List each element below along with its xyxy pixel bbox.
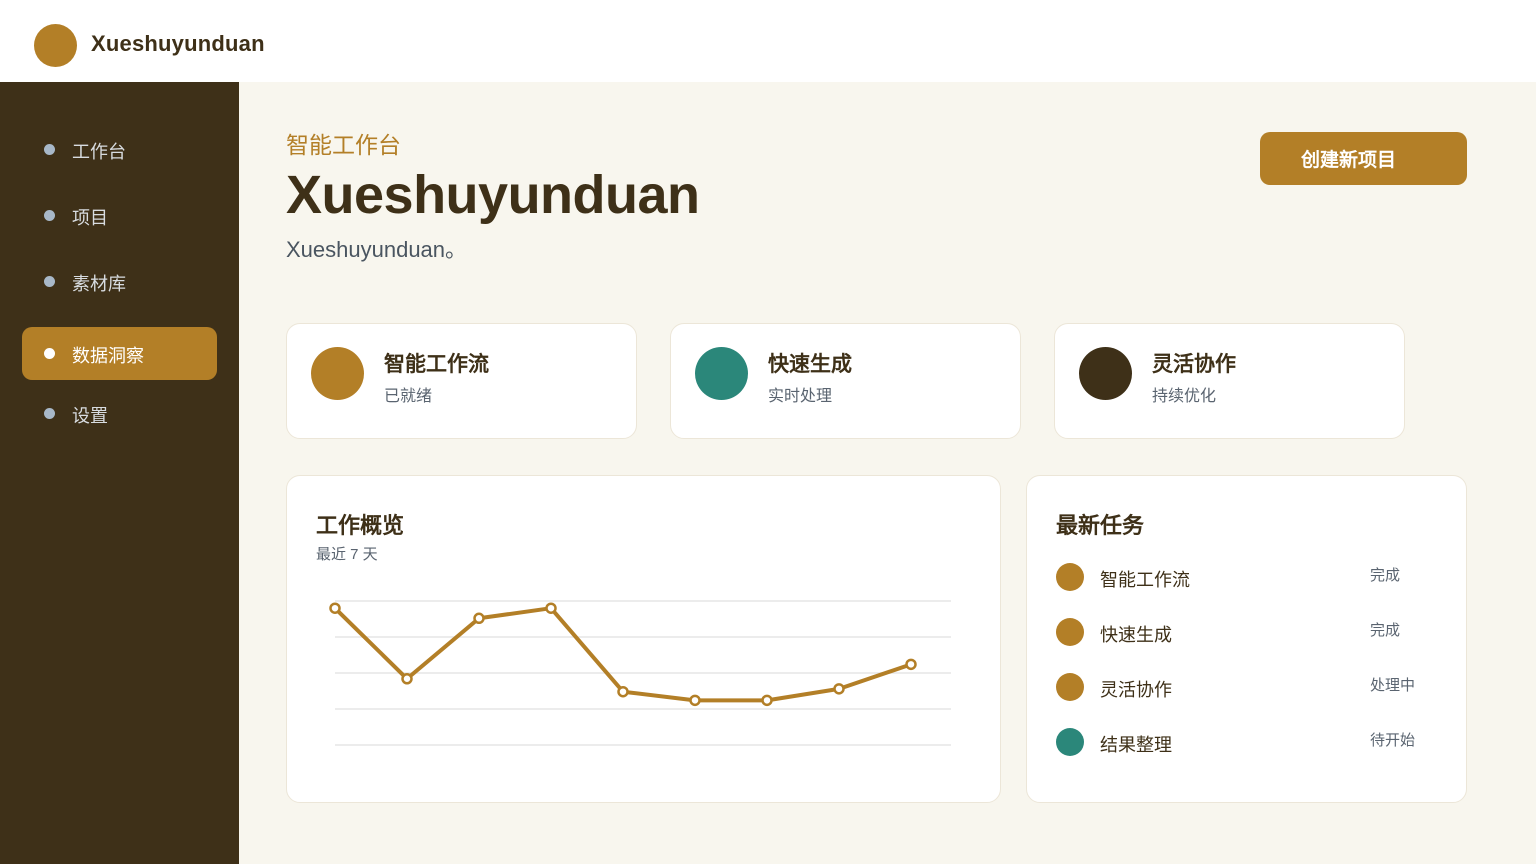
bullet-icon xyxy=(44,276,55,287)
brand-name: Xueshuyunduan xyxy=(91,31,265,56)
task-dot-icon xyxy=(1056,618,1084,646)
chart-point xyxy=(329,602,341,614)
sidebar-item-workbench[interactable]: 工作台 xyxy=(22,123,217,176)
feature-title: 灵活协作 xyxy=(1152,353,1236,376)
sidebar-item-projects[interactable]: 项目 xyxy=(22,189,217,242)
chart-point xyxy=(545,602,557,614)
chart-point xyxy=(833,683,845,695)
sidebar-item-label: 素材库 xyxy=(72,274,126,294)
chart-point xyxy=(761,694,773,707)
task-row[interactable]: 快速生成 完成 xyxy=(1056,617,1436,647)
task-status: 完成 xyxy=(1370,622,1401,639)
task-row[interactable]: 灵活协作 处理中 xyxy=(1056,672,1436,702)
sidebar-item-settings[interactable]: 设置 xyxy=(22,387,217,440)
page-eyebrow: 智能工作台 xyxy=(286,132,401,158)
sidebar-item-label: 数据洞察 xyxy=(72,346,144,366)
sidebar-item-library[interactable]: 素材库 xyxy=(22,255,217,308)
feature-subtitle: 实时处理 xyxy=(768,388,833,405)
task-dot-icon xyxy=(1056,728,1084,756)
task-row[interactable]: 结果整理 待开始 xyxy=(1056,727,1436,757)
feature-card-collab[interactable]: 灵活协作 持续优化 xyxy=(1054,323,1405,439)
top-bar: Xueshuyunduan xyxy=(0,0,1536,82)
chart-point xyxy=(473,612,485,625)
create-project-button[interactable]: 创建新项目 xyxy=(1260,132,1467,185)
task-status: 完成 xyxy=(1370,567,1401,584)
task-name: 灵活协作 xyxy=(1100,680,1172,700)
feature-subtitle: 持续优化 xyxy=(1152,388,1217,405)
status-dot-icon xyxy=(311,347,364,400)
bullet-icon xyxy=(44,144,55,155)
task-name: 结果整理 xyxy=(1100,735,1172,755)
chart-point xyxy=(905,658,917,671)
task-status: 处理中 xyxy=(1370,677,1416,694)
sidebar-item-label: 项目 xyxy=(72,208,108,228)
task-dot-icon xyxy=(1056,673,1084,701)
line-chart xyxy=(329,600,951,746)
feature-subtitle: 已就绪 xyxy=(384,388,433,405)
chart-point xyxy=(689,694,701,707)
feature-card-workflow[interactable]: 智能工作流 已就绪 xyxy=(286,323,637,439)
bullet-icon xyxy=(44,210,55,221)
feature-title: 快速生成 xyxy=(768,353,852,376)
sidebar-item-label: 工作台 xyxy=(72,142,126,162)
feature-card-generate[interactable]: 快速生成 实时处理 xyxy=(670,323,1021,439)
feature-title: 智能工作流 xyxy=(384,353,489,376)
task-status: 待开始 xyxy=(1370,732,1416,749)
chart-point xyxy=(617,685,629,698)
task-name: 智能工作流 xyxy=(1100,570,1190,590)
page-title: Xueshuyunduan xyxy=(286,165,700,225)
sidebar-item-label: 设置 xyxy=(72,406,108,426)
bullet-icon xyxy=(44,408,55,419)
task-row[interactable]: 智能工作流 完成 xyxy=(1056,562,1436,592)
overview-panel: 工作概览 最近 7 天 xyxy=(286,475,1001,803)
status-dot-icon xyxy=(1079,347,1132,400)
chart-point xyxy=(401,673,413,685)
bullet-icon xyxy=(44,348,55,359)
status-dot-icon xyxy=(695,347,748,400)
task-dot-icon xyxy=(1056,563,1084,591)
page-subtitle: Xueshuyunduan。 xyxy=(286,237,468,262)
task-name: 快速生成 xyxy=(1100,625,1172,645)
sidebar-item-insights[interactable]: 数据洞察 xyxy=(22,327,217,380)
tasks-title: 最新任务 xyxy=(1056,513,1145,538)
sidebar: 工作台 项目 素材库 数据洞察 设置 xyxy=(0,82,239,864)
logo-icon xyxy=(34,24,77,67)
tasks-panel: 最新任务 智能工作流 完成 快速生成 完成 灵活协作 处理中 结果整理 待开始 xyxy=(1026,475,1467,803)
